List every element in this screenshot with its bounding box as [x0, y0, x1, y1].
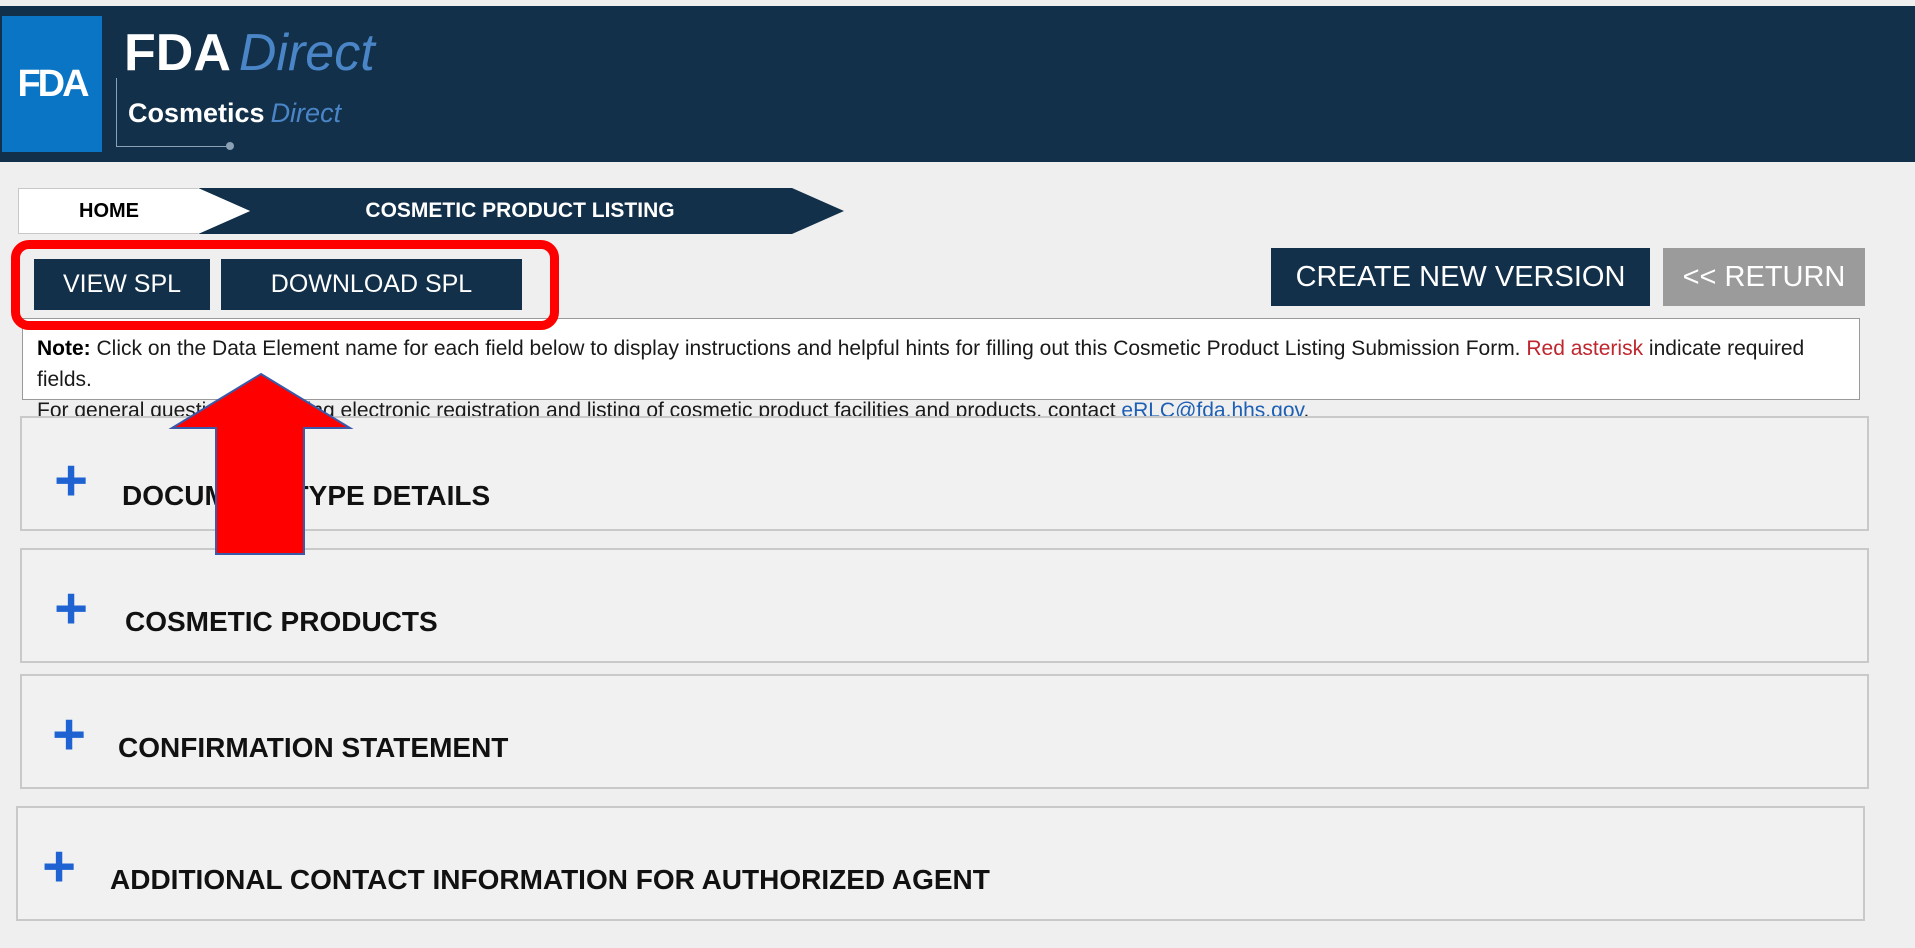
- note-red-asterisk-text: Red asterisk: [1526, 337, 1644, 360]
- accordion-title: CONFIRMATION STATEMENT: [118, 732, 509, 763]
- accordion-title: DOCUMENT TYPE DETAILS: [122, 480, 491, 511]
- accordion-confirmation-statement[interactable]: + CONFIRMATION STATEMENT: [20, 674, 1869, 789]
- accordion-title: COSMETIC PRODUCTS: [125, 606, 438, 637]
- note-label: Note:: [37, 337, 91, 360]
- brand-secondary-accent: Direct: [270, 98, 342, 128]
- breadcrumb-home[interactable]: HOME: [18, 188, 200, 234]
- create-new-version-button[interactable]: CREATE NEW VERSION: [1271, 248, 1650, 306]
- plus-icon[interactable]: +: [46, 452, 96, 510]
- accordion-title: ADDITIONAL CONTACT INFORMATION FOR AUTHO…: [110, 864, 990, 895]
- fda-direct-logo: FDA Direct: [124, 24, 375, 82]
- accordion-document-type-details[interactable]: + DOCUMENT TYPE DETAILS: [20, 416, 1869, 531]
- plus-icon[interactable]: +: [44, 706, 94, 764]
- brand-secondary: Cosmetics: [128, 98, 265, 128]
- brand-primary-accent: Direct: [238, 24, 375, 82]
- brand-primary: FDA: [124, 24, 231, 82]
- return-button[interactable]: << RETURN: [1663, 248, 1865, 306]
- accordion-additional-contact-information[interactable]: + ADDITIONAL CONTACT INFORMATION FOR AUT…: [16, 806, 1865, 921]
- cosmetics-direct-logo: Cosmetics Direct: [128, 98, 341, 129]
- brand-frame-dot: [226, 142, 234, 150]
- view-spl-button[interactable]: VIEW SPL: [34, 259, 210, 310]
- fda-logo[interactable]: FDA: [2, 16, 102, 152]
- download-spl-button[interactable]: DOWNLOAD SPL: [221, 259, 522, 310]
- breadcrumb-current: COSMETIC PRODUCT LISTING: [365, 199, 675, 222]
- note-box: Note: Click on the Data Element name for…: [22, 318, 1860, 422]
- accordion-cosmetic-products[interactable]: + COSMETIC PRODUCTS: [20, 548, 1869, 663]
- plus-icon[interactable]: +: [34, 838, 84, 896]
- plus-icon[interactable]: +: [46, 580, 96, 638]
- site-header: FDA FDA Direct Cosmetics Direct: [0, 6, 1915, 162]
- note-text-1: Click on the Data Element name for each …: [90, 337, 1527, 360]
